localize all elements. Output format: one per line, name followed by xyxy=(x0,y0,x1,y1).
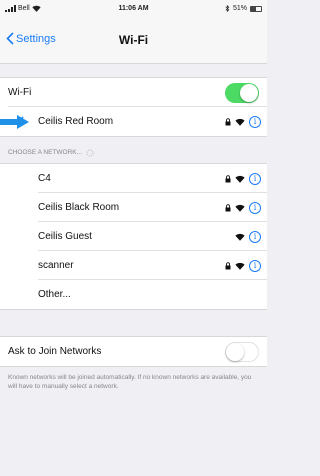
wifi-signal-icon xyxy=(235,233,245,241)
network-name: scanner xyxy=(38,260,74,271)
network-row-ceilis-black-room[interactable]: Ceilis Black Room i xyxy=(0,193,267,222)
wifi-signal-icon xyxy=(235,175,245,183)
network-icons: i xyxy=(225,115,267,128)
lock-icon xyxy=(225,203,231,211)
wifi-label: Wi-Fi xyxy=(8,87,32,98)
network-icons: i xyxy=(225,259,267,272)
ask-to-join-note: Known networks will be joined automatica… xyxy=(8,374,252,390)
toggle-knob xyxy=(226,342,244,361)
networks-header-label: CHOOSE A NETWORK... xyxy=(8,149,83,156)
annotation-arrow-icon xyxy=(0,115,29,129)
ask-to-join-row: Ask to Join Networks xyxy=(0,337,267,366)
info-icon[interactable]: i xyxy=(249,201,261,214)
loading-spinner-icon xyxy=(86,149,94,157)
network-name: C4 xyxy=(38,173,51,184)
lock-icon xyxy=(225,174,231,182)
network-row-scanner[interactable]: scanner i xyxy=(0,251,267,280)
ask-to-join-label: Ask to Join Networks xyxy=(8,346,102,357)
network-row-ceilis-guest[interactable]: Ceilis Guest i xyxy=(0,222,267,251)
nav-bar: Settings Wi-Fi xyxy=(0,20,267,64)
ask-to-join-toggle[interactable] xyxy=(225,341,259,362)
wifi-toggle-row: Wi-Fi xyxy=(0,78,267,107)
status-bar: Bell 11:06 AM 51% xyxy=(0,0,267,20)
info-icon[interactable]: i xyxy=(249,115,261,128)
connected-network-row[interactable]: Ceilis Red Room i xyxy=(0,107,267,136)
lock-icon xyxy=(225,117,231,125)
network-name: Ceilis Black Room xyxy=(38,202,120,213)
info-icon[interactable]: i xyxy=(249,259,261,272)
status-right: 51% xyxy=(225,5,262,12)
networks-header: CHOOSE A NETWORK... xyxy=(0,137,267,163)
connected-network-name: Ceilis Red Room xyxy=(38,116,114,127)
wifi-toggle[interactable] xyxy=(225,82,259,103)
battery-percent: 51% xyxy=(232,5,247,12)
battery-icon xyxy=(250,5,262,12)
lock-icon xyxy=(225,261,231,269)
network-icons: i xyxy=(225,201,267,214)
info-icon[interactable]: i xyxy=(249,230,261,243)
other-network-row[interactable]: Other... xyxy=(0,280,267,309)
info-icon[interactable]: i xyxy=(249,172,261,185)
ask-to-join-group: Ask to Join Networks xyxy=(0,336,267,367)
network-row-c4[interactable]: C4 i xyxy=(0,164,267,193)
network-icons: i xyxy=(235,230,267,243)
wifi-signal-icon xyxy=(235,204,245,212)
wifi-signal-icon xyxy=(235,262,245,270)
wifi-group: Wi-Fi Ceilis Red Room i xyxy=(0,77,267,137)
other-network-label: Other... xyxy=(38,289,71,300)
bluetooth-icon xyxy=(225,5,230,12)
networks-group: C4 i Ceilis Black Room i Ceilis Guest i … xyxy=(0,163,267,310)
wifi-signal-icon xyxy=(235,118,245,126)
network-icons: i xyxy=(225,172,267,185)
toggle-knob xyxy=(240,83,258,102)
page-title: Wi-Fi xyxy=(118,33,149,47)
network-name: Ceilis Guest xyxy=(38,231,92,242)
